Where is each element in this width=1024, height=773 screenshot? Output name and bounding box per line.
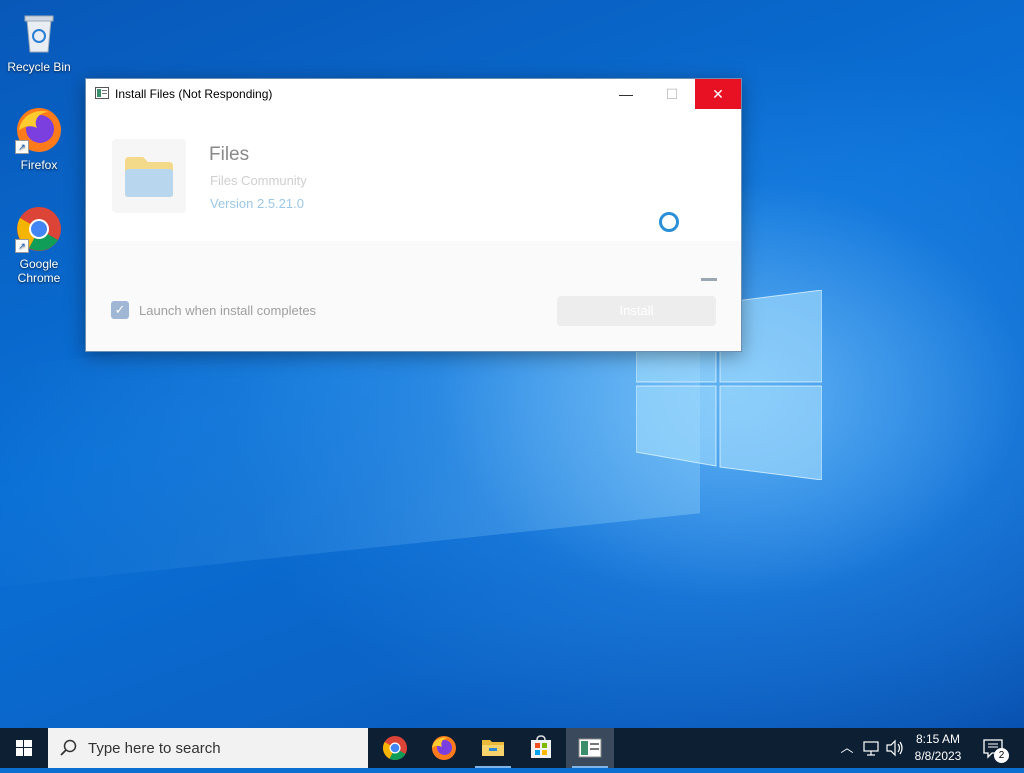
file-explorer-icon <box>482 740 504 756</box>
launch-checkbox-label: Launch when install completes <box>139 303 317 318</box>
action-center-button[interactable]: 2 <box>980 728 1010 768</box>
search-placeholder: Type here to search <box>88 740 221 757</box>
volume-button[interactable] <box>884 728 906 768</box>
windows-start-icon <box>16 740 32 756</box>
chrome-icon: ↗ <box>15 205 63 253</box>
window-title: Install Files (Not Responding) <box>115 87 273 101</box>
launch-checkbox[interactable]: ✓ <box>111 301 129 319</box>
clock-time: 8:15 AM <box>915 732 961 746</box>
app-info-panel: Files Files Community Version 2.5.21.0 <box>86 109 741 241</box>
firefox-icon <box>432 736 456 760</box>
taskbar-clock[interactable]: 8:15 AM 8/8/2023 <box>908 731 968 765</box>
taskbar-installer[interactable] <box>566 728 614 768</box>
taskbar-file-explorer[interactable] <box>469 728 517 768</box>
app-version: Version 2.5.21.0 <box>210 196 304 211</box>
desktop-icon-label: Recycle Bin <box>7 60 71 74</box>
minimize-button[interactable]: — <box>603 79 649 109</box>
desktop-icon-recycle-bin[interactable]: Recycle Bin <box>1 8 77 74</box>
close-button[interactable]: ✕ <box>695 79 741 109</box>
shortcut-arrow-icon: ↗ <box>15 140 29 154</box>
start-button[interactable] <box>0 728 48 768</box>
progress-indicator <box>701 278 717 281</box>
desktop-icon-google-chrome[interactable]: ↗ Google Chrome <box>1 205 77 285</box>
app-logo <box>112 139 186 213</box>
installer-content: Files Files Community Version 2.5.21.0 ✓… <box>86 109 741 351</box>
notification-count-badge: 2 <box>994 748 1009 763</box>
installer-icon <box>95 87 109 99</box>
maximize-button[interactable]: ☐ <box>649 79 695 109</box>
loading-spinner-icon <box>659 212 679 232</box>
taskbar-firefox[interactable] <box>420 728 468 768</box>
close-icon: ✕ <box>712 86 724 102</box>
shortcut-arrow-icon: ↗ <box>15 239 29 253</box>
clock-date: 8/8/2023 <box>914 749 962 763</box>
taskbar-search-box[interactable]: Type here to search <box>48 728 368 768</box>
network-icon <box>863 741 879 756</box>
recycle-bin-icon <box>15 8 63 56</box>
desktop-icon-label: Firefox <box>20 158 58 172</box>
app-name: Files <box>209 144 250 165</box>
install-window: Install Files (Not Responding) — ☐ ✕ Fil… <box>85 78 742 352</box>
install-button[interactable]: Install <box>557 296 716 326</box>
folder-icon <box>125 157 173 197</box>
volume-icon <box>886 739 903 757</box>
chevron-up-icon: ︿ <box>840 740 854 755</box>
installer-icon <box>578 738 602 758</box>
store-icon <box>531 735 551 758</box>
chrome-icon <box>382 736 407 761</box>
firefox-icon: ↗ <box>15 106 63 154</box>
minimize-icon: — <box>619 86 633 102</box>
taskbar-chrome[interactable] <box>371 728 419 768</box>
network-button[interactable] <box>860 728 882 768</box>
app-publisher: Files Community <box>210 173 307 188</box>
notification-icon <box>983 739 1003 759</box>
checkmark-icon: ✓ <box>114 302 126 317</box>
taskbar-store[interactable] <box>517 728 565 768</box>
maximize-icon: ☐ <box>665 86 679 102</box>
show-hidden-icons-button[interactable]: ︿ <box>838 728 856 768</box>
search-icon <box>60 739 77 756</box>
desktop-icon-firefox[interactable]: ↗ Firefox <box>1 106 77 172</box>
window-titlebar[interactable]: Install Files (Not Responding) — ☐ ✕ <box>86 79 741 109</box>
desktop-icon-label: Google Chrome <box>17 257 61 285</box>
taskbar: Type here to search ︿ 8:15 AM 8/8/2023 2 <box>0 728 1024 768</box>
